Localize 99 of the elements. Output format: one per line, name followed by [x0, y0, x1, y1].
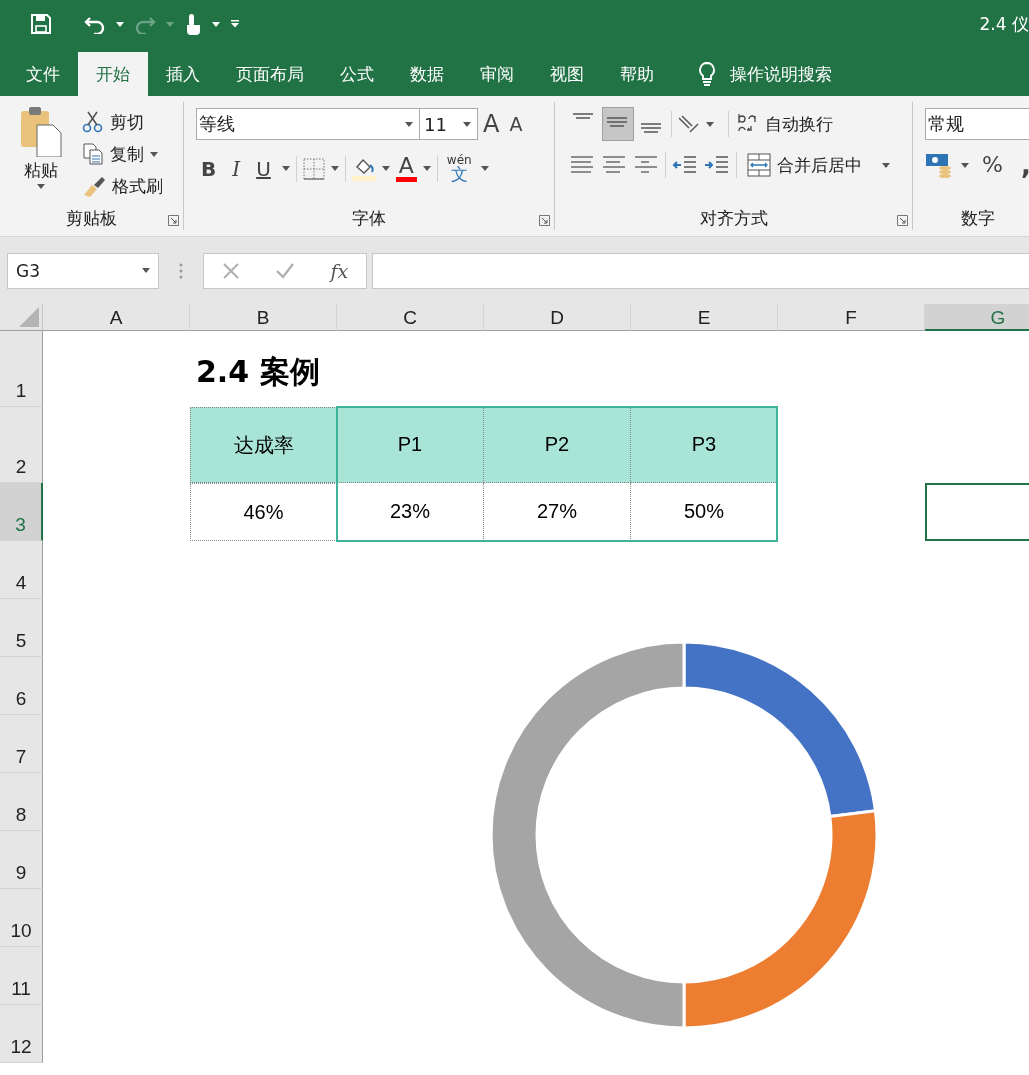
format-painter-button[interactable]: 格式刷 — [78, 171, 167, 201]
caret-icon[interactable] — [463, 121, 471, 127]
row-header[interactable]: 12 — [0, 1005, 43, 1063]
table-header-cell: 达成率 — [190, 407, 337, 483]
caret-icon[interactable] — [381, 166, 390, 171]
merge-cells-icon — [747, 153, 771, 177]
table-header-cell: P2 — [484, 407, 631, 483]
column-header[interactable]: F — [778, 304, 925, 331]
font-size-field[interactable]: 11 — [420, 108, 478, 140]
copy-icon — [82, 143, 104, 165]
group-label: 字体 — [352, 208, 386, 228]
paintbrush-icon — [82, 175, 106, 197]
ribbon-tab[interactable]: 公式 — [322, 52, 392, 96]
active-cell[interactable] — [925, 483, 1029, 541]
save-icon[interactable] — [30, 13, 52, 35]
ribbon-tab[interactable]: 文件 — [8, 52, 78, 96]
name-box[interactable]: G3 — [7, 252, 159, 289]
row-header[interactable]: 5 — [0, 599, 43, 657]
table-cell: 27% — [484, 483, 631, 541]
font-name-field[interactable]: 等线 — [196, 108, 420, 140]
clipboard-icon — [19, 107, 63, 157]
column-header[interactable]: D — [484, 304, 631, 331]
checkmark-icon[interactable] — [275, 261, 296, 280]
underline-button[interactable]: U — [251, 156, 276, 181]
ribbon-tab[interactable]: 插入 — [148, 52, 218, 96]
caret-icon[interactable] — [116, 21, 124, 27]
formula-input[interactable] — [372, 252, 1029, 289]
table-cell: 23% — [337, 483, 484, 541]
row-header[interactable]: 4 — [0, 541, 43, 599]
font-color-button[interactable]: A — [395, 155, 417, 182]
column-header[interactable]: G — [925, 304, 1029, 331]
grow-font-button[interactable]: A — [478, 110, 505, 138]
row-header[interactable]: 2 — [0, 407, 43, 483]
caret-icon[interactable] — [422, 166, 431, 171]
italic-button[interactable]: I — [227, 156, 246, 181]
caret-icon[interactable] — [882, 162, 890, 168]
customize-icon[interactable] — [230, 20, 240, 28]
caret-icon[interactable] — [330, 166, 339, 171]
caret-icon[interactable] — [142, 268, 150, 273]
sheet-heading: 2.4 案例 — [195, 353, 321, 391]
caret-icon[interactable] — [37, 184, 45, 189]
table-header-cell: P1 — [337, 407, 484, 483]
dialog-launcher-icon[interactable] — [168, 215, 179, 226]
ribbon-tab[interactable]: 视图 — [532, 52, 602, 96]
shrink-font-button[interactable]: A — [504, 112, 528, 136]
fill-color-icon[interactable] — [351, 156, 376, 181]
column-header[interactable]: B — [190, 304, 337, 331]
insert-function-button[interactable]: fx — [330, 259, 349, 282]
caret-icon[interactable] — [480, 166, 489, 171]
borders-icon[interactable] — [302, 157, 325, 180]
group-label: 剪贴板 — [66, 208, 117, 228]
undo-icon[interactable] — [84, 14, 106, 34]
dialog-launcher-icon[interactable] — [539, 215, 550, 226]
row-header[interactable]: 6 — [0, 657, 43, 715]
table-header-cell: P3 — [631, 407, 778, 483]
column-header[interactable]: C — [337, 304, 484, 331]
ribbon-tab[interactable]: 帮助 — [602, 52, 672, 96]
row-header[interactable]: 7 — [0, 715, 43, 773]
copy-button[interactable]: 复制 — [78, 139, 167, 169]
scissors-icon — [82, 111, 104, 133]
caret-icon[interactable] — [150, 151, 158, 157]
row-header[interactable]: 3 — [0, 483, 43, 541]
row-header[interactable]: 11 — [0, 947, 43, 1005]
merge-center-button[interactable]: 合并后居中 — [743, 150, 894, 180]
row-header[interactable]: 1 — [0, 331, 43, 407]
column-header[interactable]: E — [631, 304, 778, 331]
caret-icon[interactable] — [706, 121, 714, 127]
bold-button[interactable]: B — [196, 156, 222, 181]
tell-me-search[interactable]: 操作说明搜索 — [730, 62, 832, 86]
table-cell: 46% — [190, 483, 337, 541]
touch-icon[interactable] — [184, 13, 202, 35]
window-title: 2.4 仪 — [979, 13, 1029, 36]
caret-icon[interactable] — [405, 121, 413, 127]
column-header[interactable]: A — [43, 304, 190, 331]
cut-button[interactable]: 剪切 — [78, 107, 167, 137]
paste-button[interactable]: 粘贴 — [0, 102, 78, 206]
caret-icon[interactable] — [281, 166, 290, 171]
caret-icon[interactable] — [961, 162, 969, 168]
wrap-text-button[interactable]: 自动换行 — [733, 109, 837, 139]
ribbon-tab[interactable]: 审阅 — [462, 52, 532, 96]
row-header[interactable]: 8 — [0, 773, 43, 831]
ribbon-tab[interactable]: 开始 — [78, 52, 148, 96]
percent-button[interactable]: % — [977, 152, 1008, 178]
comma-style-button[interactable]: , — [1015, 152, 1029, 178]
ribbon-tab[interactable]: 页面布局 — [218, 52, 322, 96]
currency-icon[interactable] — [925, 152, 953, 178]
grip-icon — [179, 262, 183, 279]
caret-icon[interactable] — [212, 21, 220, 27]
table-cell: 50% — [631, 483, 778, 541]
align-middle-icon[interactable] — [603, 108, 633, 140]
group-label: 数字 — [961, 208, 995, 228]
phonetic-guide-button[interactable]: wén 文 — [443, 154, 475, 183]
row-header[interactable]: 10 — [0, 889, 43, 947]
number-format-field[interactable]: 常规 — [925, 108, 1029, 140]
row-header[interactable]: 9 — [0, 831, 43, 889]
dialog-launcher-icon[interactable] — [897, 215, 908, 226]
lightbulb-icon — [698, 61, 716, 87]
group-label: 对齐方式 — [699, 208, 768, 228]
ribbon-tab[interactable]: 数据 — [392, 52, 462, 96]
